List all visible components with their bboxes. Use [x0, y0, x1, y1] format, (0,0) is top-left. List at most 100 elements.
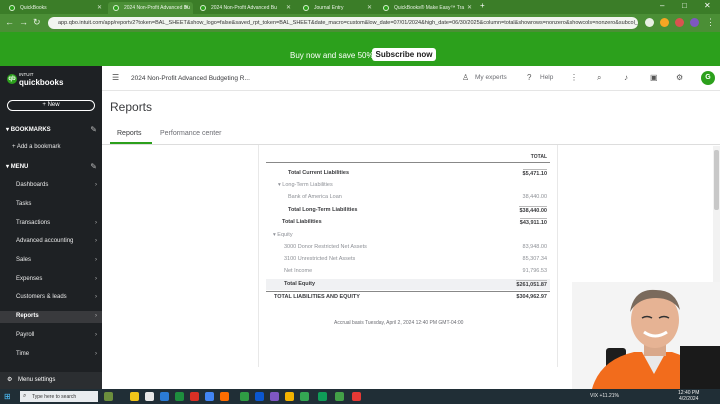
taskbar-app-icon[interactable]	[335, 392, 344, 401]
collapse-menu-icon[interactable]: ☰	[112, 73, 119, 82]
row-amount[interactable]: $38,440.00	[519, 206, 547, 214]
sidebar-item-payroll[interactable]: Payroll	[16, 332, 34, 338]
taskbar-app-icon[interactable]	[270, 392, 279, 401]
sidebar-item-reports[interactable]: Reports	[16, 313, 39, 319]
sidebar-item-expenses[interactable]: Expenses	[16, 276, 42, 282]
bookmarks-heading[interactable]: ▾ BOOKMARKS	[6, 126, 51, 133]
report-row: Bank of America Loan 38,440.00	[266, 192, 550, 203]
bookmark-star-icon[interactable]	[645, 18, 654, 27]
subscribe-button[interactable]: Subscribe now	[372, 48, 436, 61]
sidebar-item-dashboards[interactable]: Dashboards	[16, 182, 48, 188]
sidebar-item-time[interactable]: Time	[16, 351, 29, 357]
sidebar-item-sales[interactable]: Sales	[16, 257, 31, 263]
row-amount[interactable]: $261,051.87	[516, 280, 547, 288]
menu-heading[interactable]: ▾ MENU	[6, 163, 28, 170]
taskbar-app-icon[interactable]	[255, 392, 264, 401]
report-row[interactable]: ▾ Long-Term Liabilities	[266, 180, 550, 191]
taskbar-app-icon[interactable]	[352, 392, 361, 401]
notifications-bell-icon[interactable]: ♪	[624, 73, 628, 82]
close-icon[interactable]: ✕	[97, 4, 102, 11]
new-tab-icon[interactable]: +	[480, 1, 485, 10]
new-button[interactable]: + New	[7, 100, 95, 111]
sidebar-item-customers-leads[interactable]: Customers & leads	[16, 294, 67, 300]
close-icon[interactable]: ✕	[184, 4, 189, 11]
tab-performance-center[interactable]: Performance center	[160, 130, 221, 137]
maximize-icon[interactable]: □	[682, 1, 687, 10]
clock[interactable]: 12:40 PM 4/2/2024	[678, 390, 699, 402]
close-icon[interactable]: ✕	[286, 4, 291, 11]
url-field[interactable]: app.qbo.intuit.com/app/reportv2?token=BA…	[48, 17, 638, 29]
profile-icon[interactable]	[690, 18, 699, 27]
edit-pencil-icon[interactable]: ✎	[90, 162, 97, 171]
apps-icon[interactable]: ⋮	[570, 73, 578, 82]
file-explorer-icon[interactable]	[130, 392, 139, 401]
browser-tab-active[interactable]: 2024 Non-Profit Advanced Bu ✕	[108, 2, 193, 14]
add-bookmark-link[interactable]: + Add a bookmark	[12, 144, 61, 150]
windows-start-icon[interactable]: ⊞	[4, 392, 11, 401]
extension-icon[interactable]	[660, 18, 669, 27]
scrollbar-thumb[interactable]	[714, 150, 719, 210]
my-experts-link[interactable]: My experts	[475, 74, 507, 81]
tab-reports[interactable]: Reports	[117, 130, 142, 137]
report-row: Total Liabilities $43,911.10	[266, 217, 550, 228]
settings-gear-icon[interactable]: ⚙	[676, 73, 683, 82]
search-icon: ⌕	[23, 393, 27, 399]
person-icon: ♙	[462, 73, 470, 82]
taskbar-app-icon[interactable]	[190, 392, 199, 401]
taskbar-app-icon[interactable]	[160, 392, 169, 401]
row-label: 3100 Unrestricted Net Assets	[284, 256, 356, 262]
menu-settings-button[interactable]: ⚙ Menu settings	[0, 372, 102, 389]
tasks-clipboard-icon[interactable]: ▣	[650, 73, 658, 82]
chrome-icon[interactable]	[205, 392, 214, 401]
reload-icon[interactable]: ↻	[33, 17, 41, 28]
avatar[interactable]: G	[701, 71, 715, 85]
taskbar-app-icon[interactable]	[285, 392, 294, 401]
row-amount[interactable]: 38,440.00	[523, 194, 547, 200]
report-row: Total Long-Term Liabilities $38,440.00	[266, 205, 550, 216]
report-row[interactable]: ▾ Equity	[266, 230, 550, 241]
search-icon[interactable]: ⌕	[597, 73, 601, 83]
minimize-icon[interactable]: –	[660, 1, 664, 10]
taskbar-app-icon[interactable]	[300, 392, 309, 401]
edit-pencil-icon[interactable]: ✎	[90, 125, 97, 134]
browser-menu-icon[interactable]: ⋮	[706, 17, 715, 28]
row-amount[interactable]: 83,948.00	[523, 244, 547, 250]
brave-icon[interactable]	[220, 392, 229, 401]
back-icon[interactable]: ←	[5, 17, 14, 27]
row-amount[interactable]: $43,911.10	[519, 218, 547, 226]
bookmarks-label: BOOKMARKS	[10, 127, 51, 133]
sidebar-item-transactions[interactable]: Transactions	[16, 220, 50, 226]
sidebar: qb INTUIT quickbooks + New ▾ BOOKMARKS ✎…	[0, 66, 102, 389]
company-name[interactable]: 2024 Non-Profit Advanced Budgeting R...	[131, 75, 250, 82]
taskbar-search-input[interactable]: ⌕ Type here to search	[20, 391, 98, 402]
report-row: Total Current Liabilities $5,471.10	[266, 168, 550, 179]
sidebar-item-tasks[interactable]: Tasks	[16, 201, 31, 207]
taskbar-app-icon[interactable]	[104, 392, 113, 401]
sidebar-item-advanced-accounting[interactable]: Advanced accounting	[16, 238, 73, 244]
top-navigation: ☰ 2024 Non-Profit Advanced Budgeting R..…	[102, 66, 720, 91]
row-label: Total Liabilities	[282, 219, 322, 225]
row-amount[interactable]: 85,307.34	[523, 256, 547, 262]
browser-tab[interactable]: QuickBooks® Make Easy™ Tra ✕	[378, 2, 476, 14]
clock-date: 4/2/2024	[678, 396, 699, 402]
taskbar-app-icon[interactable]	[240, 392, 249, 401]
forward-icon[interactable]: →	[19, 17, 28, 27]
stock-ticker[interactable]: VIX +11.21%	[590, 393, 619, 399]
row-amount[interactable]: 91,796.53	[523, 268, 547, 274]
row-amount[interactable]: $5,471.10	[522, 169, 547, 177]
browser-tab[interactable]: QuickBooks ✕	[4, 2, 106, 14]
close-icon[interactable]: ✕	[467, 4, 472, 11]
taskbar-app-icon[interactable]	[145, 392, 154, 401]
taskbar-app-icon[interactable]	[318, 392, 327, 401]
taskbar-app-icon[interactable]	[175, 392, 184, 401]
quickbooks-favicon-icon	[113, 5, 119, 11]
report-row: 3000 Donor Restricted Net Assets 83,948.…	[266, 242, 550, 253]
window-close-icon[interactable]: ✕	[704, 1, 711, 10]
close-icon[interactable]: ✕	[367, 4, 372, 11]
browser-tab[interactable]: 2024 Non-Profit Advanced Bu ✕	[195, 2, 295, 14]
browser-tab[interactable]: Journal Entry ✕	[298, 2, 376, 14]
chevron-right-icon: ›	[95, 257, 97, 263]
row-amount[interactable]: $304,962.97	[516, 294, 547, 300]
extension-icon[interactable]	[675, 18, 684, 27]
help-link[interactable]: Help	[540, 74, 553, 81]
